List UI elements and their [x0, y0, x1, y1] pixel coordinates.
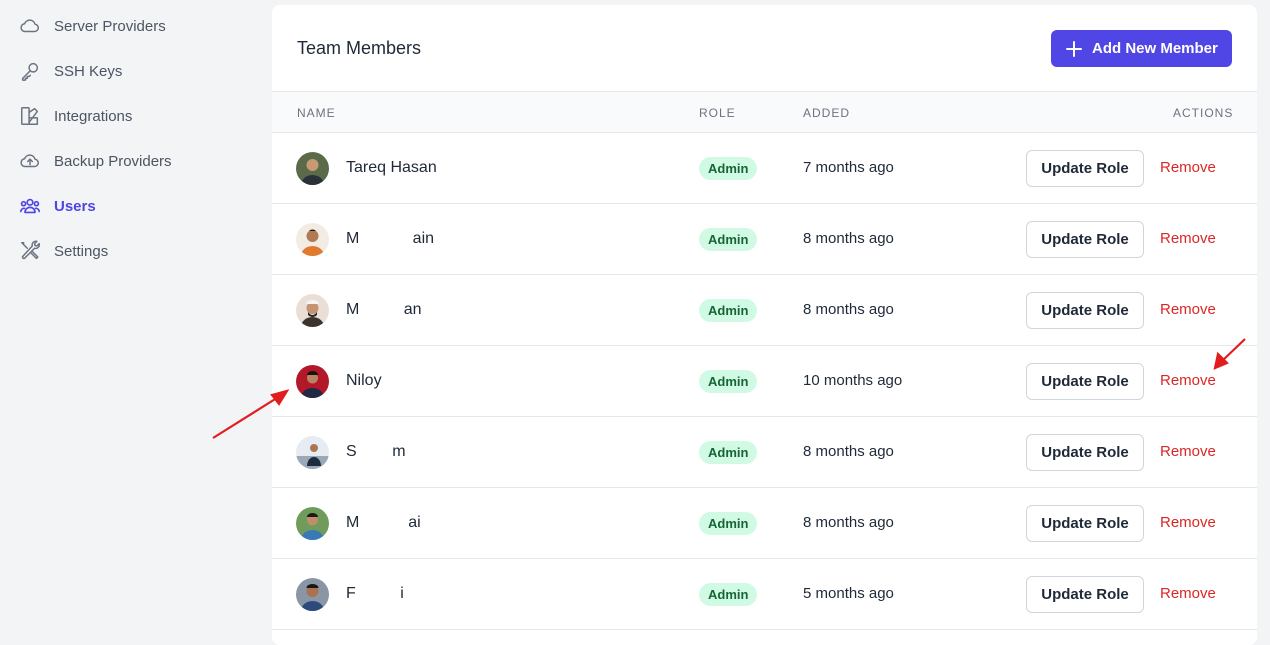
added-date: 8 months ago [803, 301, 894, 318]
role-badge: Admin [699, 228, 758, 251]
column-header-name: NAME [297, 106, 336, 120]
update-role-button[interactable]: Update Role [1026, 434, 1144, 471]
avatar [296, 436, 329, 469]
column-header-added: ADDED [803, 106, 851, 120]
cloud-icon [18, 14, 42, 38]
role-badge: Admin [699, 583, 758, 606]
member-name: Niloy [346, 372, 382, 389]
table-header: NAME ROLE ADDED ACTIONS [272, 91, 1257, 133]
sidebar-item-label: Backup Providers [54, 152, 172, 170]
integrations-icon [18, 104, 42, 128]
update-role-button[interactable]: Update Role [1026, 505, 1144, 542]
role-badge: Admin [699, 512, 758, 535]
remove-button[interactable]: Remove [1160, 585, 1216, 602]
avatar [296, 365, 329, 398]
table-row: F i Admin 5 months ago Update Role Remov… [272, 559, 1257, 630]
sidebar-item-label: Users [54, 197, 96, 215]
member-name: F i [346, 585, 404, 602]
added-date: 5 months ago [803, 585, 894, 602]
remove-button[interactable]: Remove [1160, 159, 1216, 176]
tools-icon [18, 239, 42, 263]
update-role-button[interactable]: Update Role [1026, 576, 1144, 613]
member-name: S m [346, 443, 406, 460]
panel-header: Team Members Add New Member [272, 5, 1257, 91]
table-row: S m Admin 8 months ago Update Role Remov… [272, 417, 1257, 488]
sidebar-item-label: Settings [54, 242, 109, 260]
plus-icon [1066, 40, 1082, 57]
table-row: M an Admin 8 months ago Update Role Remo… [272, 275, 1257, 346]
column-header-actions: ACTIONS [1173, 106, 1234, 120]
avatar [296, 294, 329, 327]
add-new-member-button[interactable]: Add New Member [1051, 30, 1232, 67]
cloud-upload-icon [18, 149, 42, 173]
sidebar: Server Providers SSH Keys Integrations B… [0, 0, 260, 634]
avatar [296, 223, 329, 256]
member-name: Tareq Hasan [346, 159, 437, 176]
remove-button[interactable]: Remove [1160, 301, 1216, 318]
member-name: M ai [346, 514, 421, 531]
table-row: M ai Admin 8 months ago Update Role Remo… [272, 488, 1257, 559]
added-date: 10 months ago [803, 372, 903, 389]
remove-button[interactable]: Remove [1160, 514, 1216, 531]
added-date: 8 months ago [803, 514, 894, 531]
avatar [296, 578, 329, 611]
team-members-panel: Team Members Add New Member NAME ROLE AD… [272, 5, 1257, 645]
avatar [296, 507, 329, 540]
role-badge: Admin [699, 441, 758, 464]
sidebar-item-ssh-keys[interactable]: SSH Keys [18, 59, 122, 83]
added-date: 8 months ago [803, 443, 894, 460]
added-date: 7 months ago [803, 159, 894, 176]
member-name: M ain [346, 230, 435, 247]
table-row: Niloy Admin 10 months ago Update Role Re… [272, 346, 1257, 417]
role-badge: Admin [699, 370, 758, 393]
sidebar-item-integrations[interactable]: Integrations [18, 104, 132, 128]
remove-button[interactable]: Remove [1160, 372, 1216, 389]
update-role-button[interactable]: Update Role [1026, 363, 1144, 400]
add-new-member-label: Add New Member [1092, 40, 1218, 57]
sidebar-item-label: Integrations [54, 107, 133, 125]
added-date: 8 months ago [803, 230, 894, 247]
table-row: Tareq Hasan Admin 7 months ago Update Ro… [272, 133, 1257, 204]
sidebar-item-settings[interactable]: Settings [18, 239, 108, 263]
remove-button[interactable]: Remove [1160, 443, 1216, 460]
update-role-button[interactable]: Update Role [1026, 221, 1144, 258]
page-title: Team Members [297, 38, 422, 58]
sidebar-item-server-providers[interactable]: Server Providers [18, 14, 166, 38]
column-header-role: ROLE [699, 106, 736, 120]
avatar [296, 152, 329, 185]
sidebar-item-label: SSH Keys [54, 62, 123, 80]
member-name: M an [346, 301, 422, 318]
key-icon [18, 59, 42, 83]
role-badge: Admin [699, 157, 758, 180]
users-icon [18, 194, 42, 218]
update-role-button[interactable]: Update Role [1026, 292, 1144, 329]
sidebar-item-users[interactable]: Users [18, 194, 96, 218]
remove-button[interactable]: Remove [1160, 230, 1216, 247]
sidebar-item-label: Server Providers [54, 17, 166, 35]
sidebar-item-backup-providers[interactable]: Backup Providers [18, 149, 172, 173]
update-role-button[interactable]: Update Role [1026, 150, 1144, 187]
table-row: M ain Admin 8 months ago Update Role Rem… [272, 204, 1257, 275]
role-badge: Admin [699, 299, 758, 322]
